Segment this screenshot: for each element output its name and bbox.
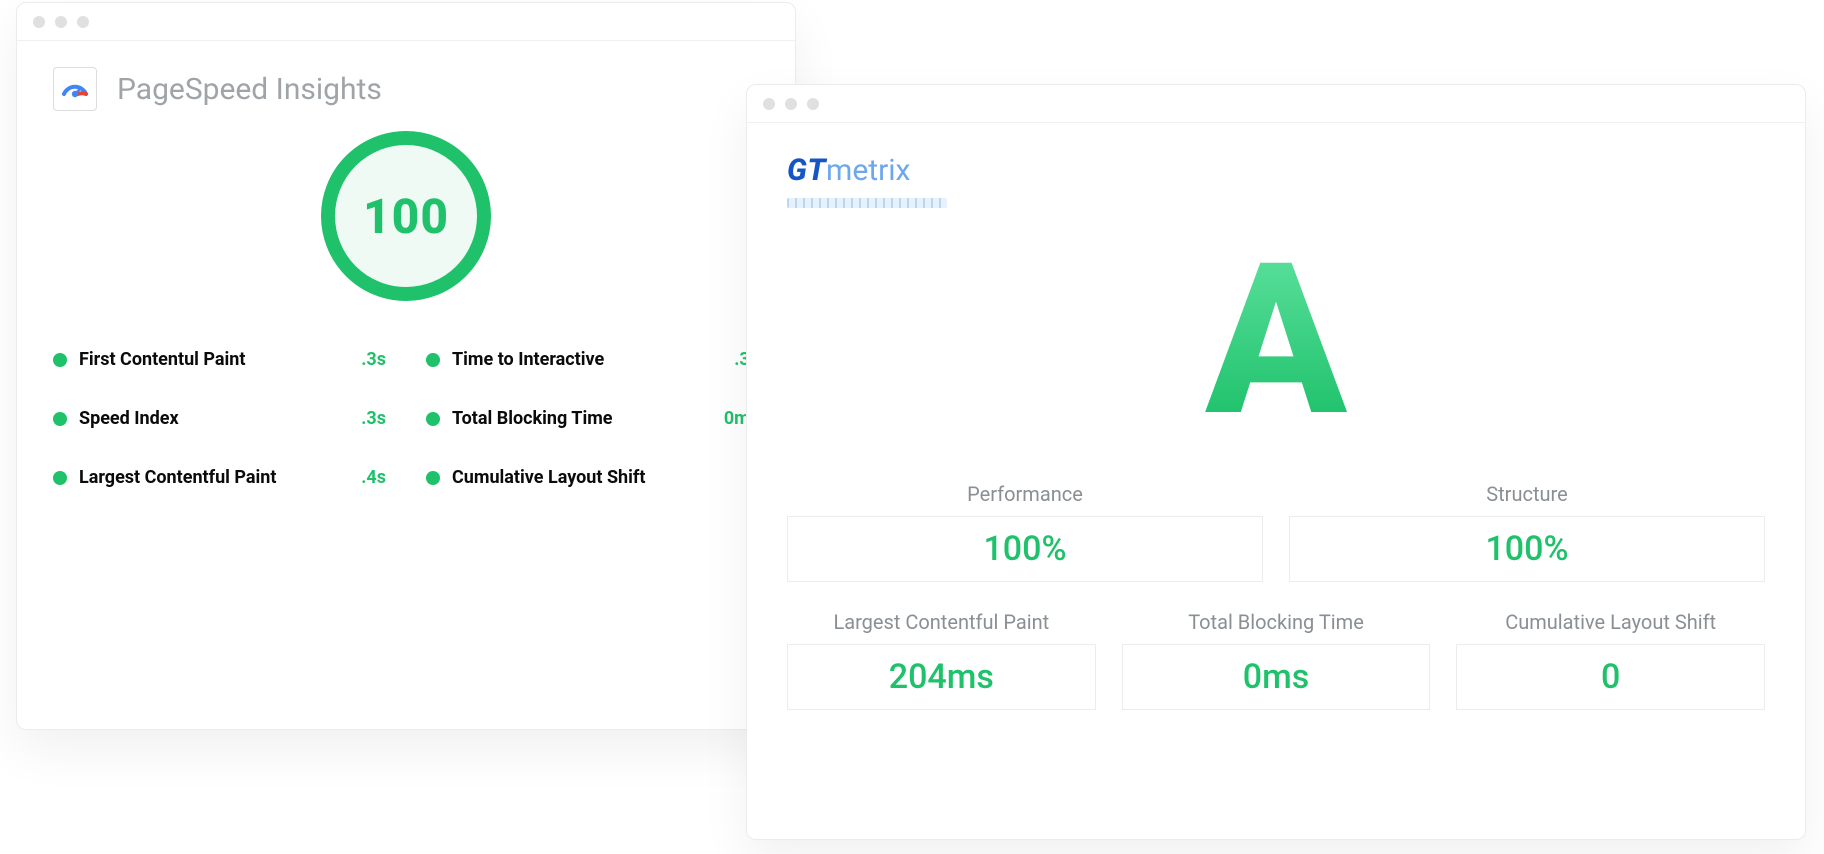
gtmetrix-bottom-row: Largest Contentful Paint 204ms Total Blo… (787, 610, 1765, 710)
window-dot-icon (33, 16, 45, 28)
gtmetrix-logo-gt: GT (787, 153, 826, 188)
gtmetrix-cell: Cumulative Layout Shift 0 (1456, 610, 1765, 710)
gtmetrix-label: Structure (1289, 482, 1765, 506)
gtmetrix-cell: Total Blocking Time 0ms (1122, 610, 1431, 710)
status-dot-icon (53, 412, 67, 426)
pagespeed-window: PageSpeed Insights 100 First Contentul P… (16, 2, 796, 730)
gtmetrix-cell: Structure 100% (1289, 482, 1765, 582)
metric-label: Cumulative Layout Shift (452, 467, 737, 488)
gtmetrix-window: GTmetrix A Performance 100% Structure 10… (746, 84, 1806, 840)
gtmetrix-label: Cumulative Layout Shift (1456, 610, 1765, 634)
window-titlebar (17, 3, 795, 41)
status-dot-icon (53, 353, 67, 367)
gtmetrix-value: 0 (1457, 657, 1764, 697)
gtmetrix-label: Largest Contentful Paint (787, 610, 1096, 634)
gtmetrix-label: Performance (787, 482, 1263, 506)
status-dot-icon (53, 471, 67, 485)
status-dot-icon (426, 353, 440, 367)
metric-label: Speed Index (79, 408, 349, 429)
metric-row: Cumulative Layout Shift 0 (426, 467, 759, 488)
pagespeed-metrics: First Contentul Paint .3s Time to Intera… (53, 349, 759, 488)
metric-label: Time to Interactive (452, 349, 722, 370)
pagespeed-score-ring: 100 (321, 131, 491, 301)
gtmetrix-cell: Largest Contentful Paint 204ms (787, 610, 1096, 710)
gtmetrix-top-row: Performance 100% Structure 100% (787, 482, 1765, 582)
metric-label: Largest Contentful Paint (79, 467, 349, 488)
gtmetrix-label: Total Blocking Time (1122, 610, 1431, 634)
gtmetrix-cell: Performance 100% (787, 482, 1263, 582)
window-dot-icon (77, 16, 89, 28)
metric-row: Total Blocking Time 0ms (426, 408, 759, 429)
metric-row: Speed Index .3s (53, 408, 386, 429)
metric-label: First Contentul Paint (79, 349, 349, 370)
metric-value: .4s (361, 467, 386, 488)
window-titlebar (747, 85, 1805, 123)
ruler-icon (787, 198, 947, 208)
gtmetrix-value: 0ms (1123, 657, 1430, 697)
gtmetrix-logo: GTmetrix (787, 153, 1765, 208)
gtmetrix-grade: A (1205, 236, 1347, 446)
metric-row: First Contentul Paint .3s (53, 349, 386, 370)
status-dot-icon (426, 471, 440, 485)
gtmetrix-value: 100% (1290, 529, 1764, 569)
pagespeed-title: PageSpeed Insights (117, 72, 382, 107)
metric-row: Time to Interactive .3s (426, 349, 759, 370)
metric-value: .3s (361, 408, 386, 429)
gtmetrix-value: 204ms (788, 657, 1095, 697)
metric-row: Largest Contentful Paint .4s (53, 467, 386, 488)
window-dot-icon (785, 98, 797, 110)
gtmetrix-logo-metrix: metrix (826, 153, 910, 188)
metric-value: .3s (361, 349, 386, 370)
window-dot-icon (55, 16, 67, 28)
pagespeed-score-value: 100 (363, 188, 449, 245)
window-dot-icon (763, 98, 775, 110)
status-dot-icon (426, 412, 440, 426)
metric-label: Total Blocking Time (452, 408, 712, 429)
gtmetrix-value: 100% (788, 529, 1262, 569)
pagespeed-logo-icon (53, 67, 97, 111)
window-dot-icon (807, 98, 819, 110)
